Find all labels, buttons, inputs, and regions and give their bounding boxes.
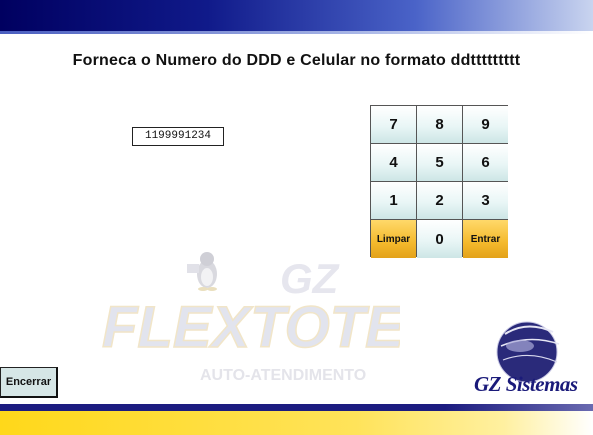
- phone-number-display: 1199991234: [132, 127, 224, 146]
- instruction-prompt: Forneca o Numero do DDD e Celular no for…: [72, 52, 521, 69]
- watermark-subtitle: AUTO-ATENDIMENTO: [200, 367, 366, 384]
- key-5[interactable]: 5: [417, 144, 462, 181]
- clear-button[interactable]: Limpar: [371, 220, 416, 258]
- key-1[interactable]: 1: [371, 182, 416, 219]
- brand-name: GZ Sistemas: [474, 372, 578, 396]
- key-4[interactable]: 4: [371, 144, 416, 181]
- enter-button[interactable]: Entrar: [463, 220, 508, 258]
- footer-band: [0, 411, 593, 435]
- exit-button[interactable]: Encerrar: [0, 367, 58, 398]
- key-7[interactable]: 7: [371, 106, 416, 143]
- key-2[interactable]: 2: [417, 182, 462, 219]
- header-band: [0, 0, 593, 34]
- numeric-keypad: 7 8 9 4 5 6 1 2 3 Limpar 0 Entrar: [370, 105, 508, 258]
- key-3[interactable]: 3: [463, 182, 508, 219]
- key-9[interactable]: 9: [463, 106, 508, 143]
- key-6[interactable]: 6: [463, 144, 508, 181]
- penguin-icon: [187, 252, 217, 291]
- key-8[interactable]: 8: [417, 106, 462, 143]
- watermark-flextotem: FLEXTOTEM: [102, 295, 400, 360]
- key-0[interactable]: 0: [417, 220, 462, 258]
- flextotem-watermark: GZ FLEXTOTEM AUTO-ATENDIMENTO: [101, 255, 400, 384]
- footer-line: [0, 404, 593, 411]
